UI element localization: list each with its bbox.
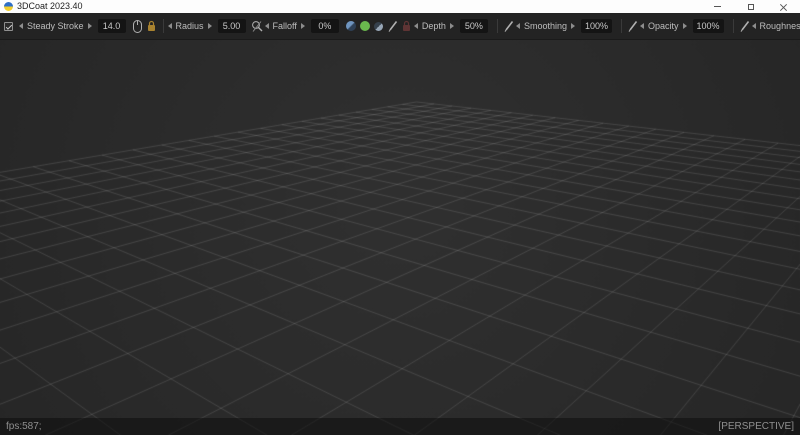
opacity-decrease-arrow[interactable] [640,23,644,29]
toolbar-separator [163,19,164,33]
minimize-icon [714,6,721,7]
statusbar: fps:587; [PERSPECTIVE] [0,418,800,435]
lock-icon[interactable] [145,18,159,34]
toolbar-separator [621,19,622,33]
radius-value[interactable]: 5.00 [218,19,246,33]
pen-lock-icon[interactable] [400,18,414,34]
falloff-control: Falloff 0% [265,19,339,33]
radius-control: Radius 5.00 [168,19,246,33]
falloff-sphere-blue-icon[interactable] [344,18,358,34]
view-mode-label: [PERSPECTIVE] [718,421,794,432]
steady-stroke-value[interactable]: 14.0 [98,19,126,33]
radius-increase-arrow[interactable] [208,23,212,29]
roughness-control: Roughness 0% [752,19,800,33]
falloff-value[interactable]: 0% [311,19,339,33]
smoothing-value[interactable]: 100% [581,19,612,33]
viewport-3d[interactable]: fps:587; [PERSPECTIVE] [0,40,800,435]
pen-icon[interactable] [626,18,640,34]
pen-icon[interactable] [502,18,516,34]
roughness-decrease-arrow[interactable] [752,23,756,29]
depth-increase-arrow[interactable] [450,23,454,29]
roughness-label[interactable]: Roughness [759,21,800,31]
falloff-decrease-arrow[interactable] [265,23,269,29]
steady-stroke-checkbox[interactable] [4,22,13,31]
falloff-label[interactable]: Falloff [272,21,298,31]
depth-label[interactable]: Depth [421,21,447,31]
pen-icon[interactable] [738,18,752,34]
zoom-slash-icon[interactable] [251,18,265,34]
depth-control: Depth 50% [414,19,488,33]
steady-stroke-control: Steady Stroke 14.0 [4,19,126,33]
window-title: 3DCoat 2023.40 [17,0,83,13]
falloff-increase-arrow[interactable] [301,23,305,29]
window-controls [701,0,800,13]
titlebar: 3DCoat 2023.40 [0,0,800,13]
mouse-icon[interactable] [131,18,145,34]
maximize-icon [748,4,754,10]
smoothing-label[interactable]: Smoothing [523,21,568,31]
maximize-button[interactable] [734,0,767,13]
falloff-sphere-half-icon[interactable] [372,18,386,34]
opacity-increase-arrow[interactable] [683,23,687,29]
falloff-circle-green-icon[interactable] [358,18,372,34]
opacity-control: Opacity 100% [640,19,724,33]
fps-counter: fps:587; [6,421,42,432]
app-logo-icon [4,2,13,11]
minimize-button[interactable] [701,0,734,13]
viewport-canvas[interactable] [0,40,800,435]
smoothing-decrease-arrow[interactable] [516,23,520,29]
radius-label[interactable]: Radius [175,21,205,31]
radius-decrease-arrow[interactable] [168,23,172,29]
opacity-label[interactable]: Opacity [647,21,680,31]
steady-stroke-label[interactable]: Steady Stroke [26,21,85,31]
depth-value[interactable]: 50% [460,19,488,33]
toolbar-separator [733,19,734,33]
close-button[interactable] [767,0,800,13]
steady-stroke-decrease-arrow[interactable] [19,23,23,29]
depth-decrease-arrow[interactable] [414,23,418,29]
steady-stroke-increase-arrow[interactable] [88,23,92,29]
pen-icon[interactable] [386,18,400,34]
brush-options-toolbar: Steady Stroke 14.0 Radius 5.00 Falloff 0… [0,13,800,40]
smoothing-control: Smoothing 100% [516,19,612,33]
smoothing-increase-arrow[interactable] [571,23,575,29]
toolbar-separator [497,19,498,33]
close-icon [780,3,787,10]
opacity-value[interactable]: 100% [693,19,724,33]
